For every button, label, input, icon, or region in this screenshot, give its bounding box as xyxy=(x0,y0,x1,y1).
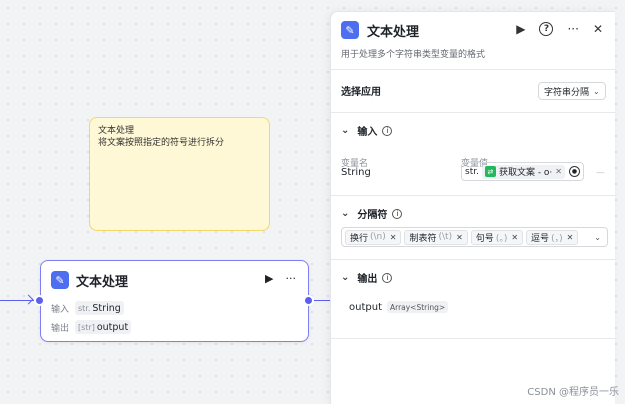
output-section-title: 输出 xyxy=(357,274,378,285)
separator-select[interactable]: 换行 (\n) ✕ 制表符 (\t) ✕ 句号 (。) ✕ 逗号 (，) ✕ ⌄ xyxy=(341,227,608,247)
close-icon[interactable]: ✕ xyxy=(555,167,562,176)
text-process-app-icon: ✎ xyxy=(341,21,359,39)
panel-header: ✎ 文本处理 xyxy=(341,20,419,40)
node-title: 文本处理 xyxy=(76,274,129,290)
input-label: 输入 xyxy=(51,304,70,315)
close-icon[interactable]: ✕ xyxy=(511,233,518,242)
note-body: 将文案按照指定的符号进行拆分 xyxy=(98,138,225,148)
chevron-down-icon: ⌄ xyxy=(341,208,350,219)
close-icon[interactable]: ✕ xyxy=(390,233,397,242)
node-output-port[interactable] xyxy=(303,295,314,306)
output-label: 输出 xyxy=(51,323,70,334)
node-ref-icon: ⇄ xyxy=(484,166,496,177)
output-row: output Array<String> xyxy=(349,301,449,313)
input-tag: str. String xyxy=(75,301,124,315)
separator-section-header[interactable]: ⌄ 分隔符 i xyxy=(341,206,403,221)
chevron-down-icon: ⌄ xyxy=(593,86,600,96)
input-section-header[interactable]: ⌄ 输入 i xyxy=(341,123,393,138)
help-icon[interactable]: ? xyxy=(539,22,554,36)
var-type: str. xyxy=(465,166,479,177)
separator-chip: 制表符 (\t) ✕ xyxy=(404,229,468,245)
note-title: 文本处理 xyxy=(98,126,135,136)
close-icon[interactable]: ✕ xyxy=(456,233,463,242)
var-name: String xyxy=(341,167,371,178)
sticky-note[interactable]: 文本处理 将文案按照指定的符号进行拆分 xyxy=(89,117,270,231)
apply-label: 选择应用 xyxy=(341,87,381,98)
node-header: ✎ 文本处理 xyxy=(51,270,128,290)
info-icon[interactable]: i xyxy=(382,125,393,136)
separator-chip: 逗号 (，) ✕ xyxy=(526,229,579,245)
apply-select-value: 字符串分隔 xyxy=(544,87,590,98)
output-name: output xyxy=(349,301,382,313)
chevron-down-icon: ⌄ xyxy=(594,232,601,242)
var-ref: 获取文案 - o· xyxy=(498,168,553,178)
close-icon[interactable]: ✕ xyxy=(567,233,574,242)
node-input-port[interactable] xyxy=(34,295,45,306)
node-config-panel: ✎ 文本处理 ▶ ? ··· ✕ 用于处理多个字符串类型变量的格式 选择应用 字… xyxy=(330,11,616,404)
divider xyxy=(331,259,616,260)
output-type: [str] xyxy=(78,322,95,332)
run-icon[interactable]: ▶ xyxy=(516,22,525,36)
separator-chip: 句号 (。) ✕ xyxy=(470,229,524,245)
target-icon[interactable]: ● xyxy=(569,166,580,177)
separator-chip: 换行 (\n) ✕ xyxy=(345,229,402,245)
panel-description: 用于处理多个字符串类型变量的格式 xyxy=(341,50,486,60)
input-section-title: 输入 xyxy=(357,127,378,138)
divider xyxy=(331,112,616,113)
node-output-row: 输出 [str] output xyxy=(51,320,132,334)
close-icon[interactable]: ✕ xyxy=(593,22,603,36)
more-icon[interactable]: ··· xyxy=(567,22,578,36)
output-type-badge: Array<String> xyxy=(386,301,449,313)
divider xyxy=(331,69,616,70)
run-icon[interactable]: ▶ xyxy=(265,272,273,285)
input-value: String xyxy=(92,302,121,314)
info-icon[interactable]: i xyxy=(392,208,403,219)
apply-select[interactable]: 字符串分隔 ⌄ xyxy=(538,82,606,100)
more-icon[interactable]: ··· xyxy=(286,272,297,285)
output-value: output xyxy=(96,321,129,333)
output-tag: [str] output xyxy=(75,320,132,334)
chevron-down-icon: ⌄ xyxy=(341,272,350,283)
watermark: CSDN @程序员一乐 xyxy=(527,387,619,398)
panel-title: 文本处理 xyxy=(367,24,420,40)
info-icon[interactable]: i xyxy=(382,272,393,283)
chevron-down-icon: ⌄ xyxy=(341,125,350,136)
output-section-header[interactable]: ⌄ 输出 i xyxy=(341,270,393,285)
separator-section-title: 分隔符 xyxy=(357,210,388,221)
var-value-field[interactable]: str. ⇄ 获取文案 - o· ✕ ● xyxy=(461,162,584,181)
input-type: str. xyxy=(78,303,91,313)
remove-var-icon[interactable]: — xyxy=(596,168,605,178)
var-ref-chip: ⇄ 获取文案 - o· ✕ xyxy=(481,164,565,179)
divider xyxy=(331,195,616,196)
divider xyxy=(331,338,616,339)
node-input-row: 输入 str. String xyxy=(51,301,124,315)
text-process-app-icon: ✎ xyxy=(51,271,69,289)
text-process-node[interactable]: ✎ 文本处理 ▶ ··· 输入 str. String 输出 [str] out… xyxy=(40,260,309,342)
